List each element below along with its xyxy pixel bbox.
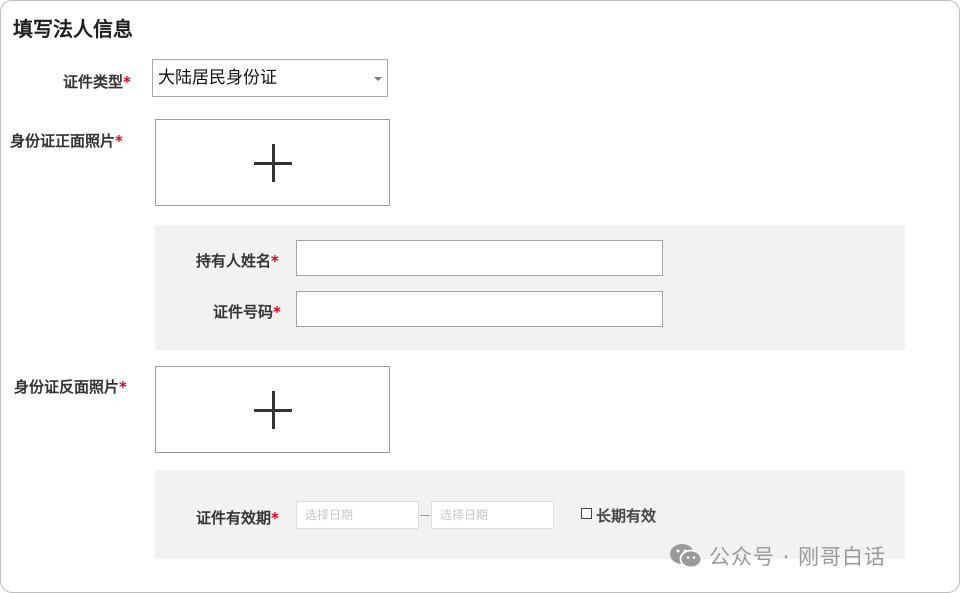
page-title: 填写法人信息 xyxy=(13,17,133,41)
date-range-separator xyxy=(420,515,430,516)
validity-end-date-input[interactable] xyxy=(431,501,554,529)
long-term-checkbox[interactable] xyxy=(581,508,592,519)
id-type-selected-value: 大陆居民身份证 xyxy=(158,68,277,88)
form-container: 填写法人信息 证件类型* 大陆居民身份证 身份证正面照片* 持有人姓名* 证件号… xyxy=(0,0,960,593)
required-mark: * xyxy=(273,303,281,321)
required-mark: * xyxy=(123,73,131,91)
required-mark: * xyxy=(271,509,279,527)
watermark: 公众号 · 刚哥白话 xyxy=(669,541,886,571)
front-photo-upload[interactable] xyxy=(155,119,390,206)
caret-down-icon xyxy=(374,77,382,81)
id-type-label-text: 证件类型 xyxy=(63,73,124,91)
back-photo-upload[interactable] xyxy=(155,366,390,453)
required-mark: * xyxy=(271,252,279,270)
id-type-select[interactable]: 大陆居民身份证 xyxy=(152,59,388,97)
id-number-input[interactable] xyxy=(296,291,663,327)
required-mark: * xyxy=(119,378,127,396)
validity-start-date-input[interactable] xyxy=(296,501,419,529)
holder-name-input[interactable] xyxy=(296,240,663,276)
validity-label: 证件有效期* xyxy=(196,507,279,528)
long-term-label: 长期有效 xyxy=(596,507,657,525)
id-number-label-text: 证件号码 xyxy=(213,303,274,321)
wechat-icon xyxy=(670,544,703,569)
watermark-text: 公众号 · 刚哥白话 xyxy=(709,545,887,569)
holder-name-label-text: 持有人姓名 xyxy=(196,252,272,270)
id-number-label: 证件号码* xyxy=(213,301,281,322)
front-photo-label: 身份证正面照片* xyxy=(10,130,123,151)
back-photo-label: 身份证反面照片* xyxy=(14,376,127,397)
front-photo-label-text: 身份证正面照片 xyxy=(10,132,116,150)
validity-label-text: 证件有效期 xyxy=(196,509,272,527)
required-mark: * xyxy=(115,132,123,150)
holder-name-label: 持有人姓名* xyxy=(196,250,279,271)
id-type-label: 证件类型* xyxy=(63,71,131,92)
back-photo-label-text: 身份证反面照片 xyxy=(14,378,120,396)
